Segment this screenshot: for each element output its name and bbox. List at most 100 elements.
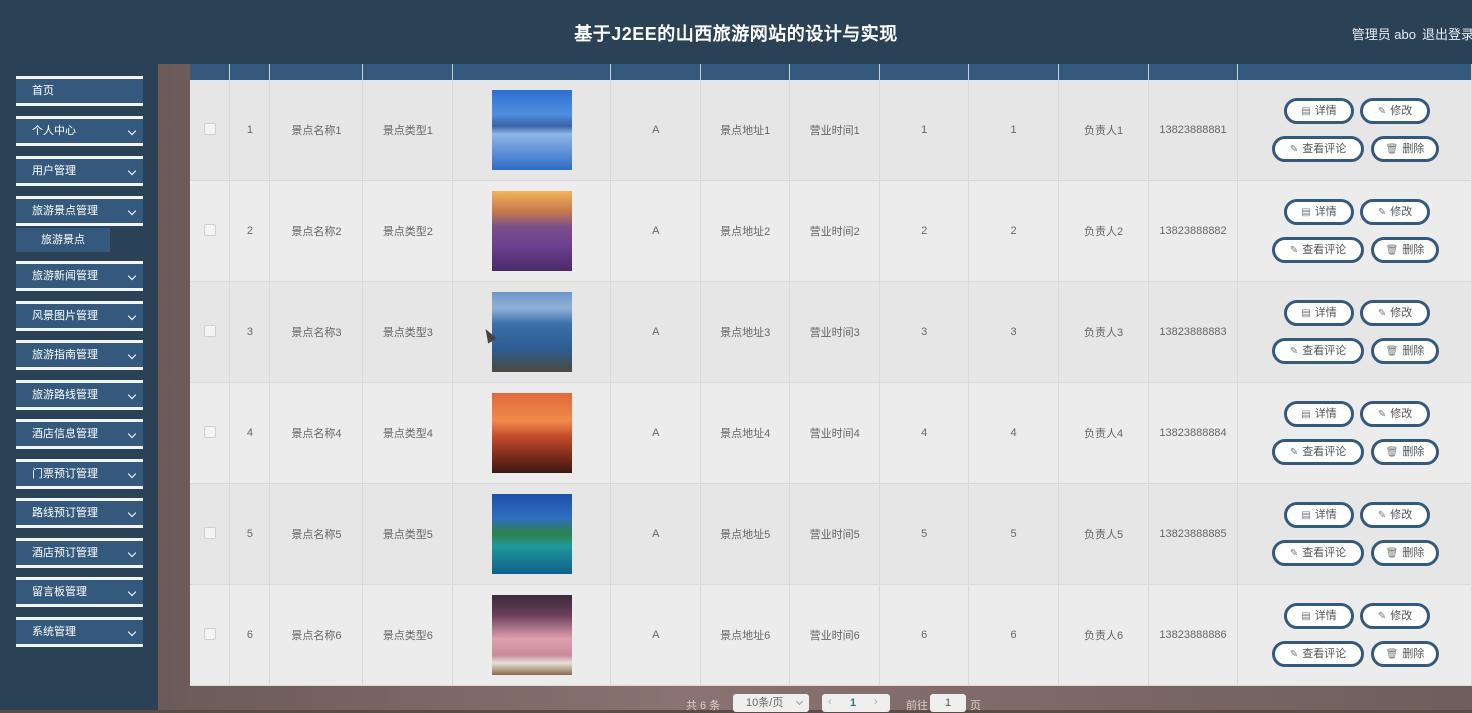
- edit-button[interactable]: ✎ 修改: [1360, 98, 1431, 124]
- detail-button[interactable]: ▤ 详情: [1284, 603, 1355, 629]
- count-cell: 3: [968, 281, 1060, 383]
- view-comments-button[interactable]: ✎ 查看评论: [1272, 338, 1365, 364]
- sidebar-item[interactable]: 旅游路线管理: [16, 380, 143, 410]
- type-cell: 景点类型5: [362, 483, 454, 585]
- delete-button[interactable]: 🗑 删除: [1371, 338, 1440, 364]
- goto-page-input[interactable]: [930, 694, 966, 712]
- sidebar-item[interactable]: 酒店信息管理: [16, 419, 143, 449]
- attraction-thumbnail: [491, 595, 572, 675]
- address-cell: 景点地址4: [700, 382, 791, 484]
- header-cell: [700, 64, 791, 80]
- row-checkbox[interactable]: [203, 122, 216, 135]
- document-icon: ▤: [1301, 611, 1311, 622]
- hours-cell: 营业时间1: [789, 80, 881, 181]
- table-row: 4 景点名称4 景点类型4 A 景点地址4 营业时间4 4 4 负责人4 13823888884 ▤…: [190, 382, 1472, 484]
- button-label: 修改: [1390, 408, 1413, 420]
- phone-cell: 13823888883: [1148, 281, 1239, 383]
- sidebar-item[interactable]: 旅游指南管理: [16, 340, 143, 370]
- sidebar-item[interactable]: 留言板管理: [16, 577, 143, 607]
- view-comments-button[interactable]: ✎ 查看评论: [1272, 641, 1365, 667]
- pencil-icon: ✎: [1377, 106, 1387, 117]
- view-comments-button[interactable]: ✎ 查看评论: [1272, 540, 1365, 566]
- name-cell: 景点名称6: [269, 584, 364, 686]
- owner-cell: 负责人3: [1058, 281, 1150, 383]
- view-comments-button[interactable]: ✎ 查看评论: [1272, 136, 1365, 162]
- header-cell: [879, 64, 970, 80]
- image-cell: [452, 180, 612, 282]
- edit-button[interactable]: ✎ 修改: [1360, 300, 1431, 326]
- sidebar-item[interactable]: 首页: [16, 76, 143, 106]
- sidebar-item[interactable]: 路线预订管理: [16, 498, 143, 528]
- delete-button[interactable]: 🗑 删除: [1371, 641, 1440, 667]
- sidebar-item-label: 旅游景点管理: [32, 205, 98, 217]
- pencil-icon: ✎: [1377, 308, 1387, 319]
- sidebar-item[interactable]: 系统管理: [16, 617, 143, 647]
- button-label: 修改: [1390, 610, 1413, 622]
- detail-button[interactable]: ▤ 详情: [1284, 401, 1355, 427]
- sidebar-subitem-attractions[interactable]: 旅游景点: [16, 228, 110, 252]
- detail-button[interactable]: ▤ 详情: [1284, 300, 1355, 326]
- edit-button[interactable]: ✎ 修改: [1360, 603, 1431, 629]
- chevron-down-icon: [127, 311, 137, 321]
- edit-button[interactable]: ✎ 修改: [1360, 401, 1431, 427]
- sidebar-item[interactable]: 旅游新闻管理: [16, 261, 143, 291]
- hours-cell: 营业时间2: [789, 180, 881, 282]
- chevron-down-icon: [127, 390, 137, 400]
- delete-button[interactable]: 🗑 删除: [1371, 540, 1440, 566]
- row-checkbox[interactable]: [203, 425, 216, 438]
- actions-cell: ▤ 详情 ✎ 修改 ✎ 查看评论 🗑 删除: [1237, 382, 1472, 484]
- trash-icon: 🗑: [1385, 548, 1399, 559]
- chevron-down-icon: [127, 429, 137, 439]
- sidebar-item[interactable]: 酒店预订管理: [16, 538, 143, 568]
- edit-button[interactable]: ✎ 修改: [1360, 502, 1431, 528]
- chevron-down-icon: [127, 508, 137, 518]
- index-cell: 3: [229, 281, 271, 383]
- count-cell: 3: [879, 281, 970, 383]
- page-size-select[interactable]: 10条/页: [733, 694, 809, 712]
- next-page-icon[interactable]: ›: [874, 696, 878, 708]
- delete-button[interactable]: 🗑 删除: [1371, 136, 1440, 162]
- edit-button[interactable]: ✎ 修改: [1360, 199, 1431, 225]
- detail-button[interactable]: ▤ 详情: [1284, 98, 1355, 124]
- sidebar-item[interactable]: 用户管理: [16, 156, 143, 186]
- row-checkbox[interactable]: [203, 223, 216, 236]
- chevron-down-icon: [127, 271, 137, 281]
- view-comments-button[interactable]: ✎ 查看评论: [1272, 237, 1365, 263]
- sidebar-item[interactable]: 门票预订管理: [16, 459, 143, 489]
- sidebar-item[interactable]: 风景图片管理: [16, 301, 143, 331]
- button-label: 查看评论: [1302, 446, 1347, 458]
- row-checkbox[interactable]: [203, 324, 216, 337]
- button-label: 删除: [1402, 547, 1425, 559]
- prev-page-icon[interactable]: ‹: [828, 696, 832, 708]
- type-cell: 景点类型6: [362, 584, 454, 686]
- delete-button[interactable]: 🗑 删除: [1371, 237, 1440, 263]
- sidebar-item[interactable]: 旅游景点管理: [16, 196, 143, 226]
- page-title: 基于J2EE的山西旅游网站的设计与实现: [574, 24, 898, 44]
- level-cell: A: [610, 382, 702, 484]
- type-cell: 景点类型3: [362, 281, 454, 383]
- sidebar-item[interactable]: 个人中心: [16, 116, 143, 146]
- trash-icon: 🗑: [1385, 447, 1399, 458]
- trash-icon: 🗑: [1385, 245, 1399, 256]
- hours-cell: 营业时间5: [789, 483, 881, 585]
- sidebar-item-label: 门票预订管理: [32, 468, 98, 480]
- detail-button[interactable]: ▤ 详情: [1284, 502, 1355, 528]
- checkbox-cell: [190, 180, 231, 282]
- owner-cell: 负责人2: [1058, 180, 1150, 282]
- checkbox-cell: [190, 382, 231, 484]
- delete-button[interactable]: 🗑 删除: [1371, 439, 1440, 465]
- detail-button[interactable]: ▤ 详情: [1284, 199, 1355, 225]
- row-checkbox[interactable]: [203, 526, 216, 539]
- page-size-value: 10条/页: [746, 697, 784, 709]
- row-checkbox[interactable]: [203, 627, 216, 640]
- page-number[interactable]: 1: [850, 697, 856, 709]
- chevron-down-icon: [127, 587, 137, 597]
- phone-cell: 13823888882: [1148, 180, 1239, 282]
- button-label: 详情: [1314, 610, 1337, 622]
- phone-cell: 13823888886: [1148, 584, 1239, 686]
- view-comments-button[interactable]: ✎ 查看评论: [1272, 439, 1365, 465]
- button-label: 删除: [1402, 244, 1425, 256]
- logout-link[interactable]: 退出登录: [1422, 24, 1472, 43]
- count-cell: 1: [968, 80, 1060, 181]
- count-cell: 2: [968, 180, 1060, 282]
